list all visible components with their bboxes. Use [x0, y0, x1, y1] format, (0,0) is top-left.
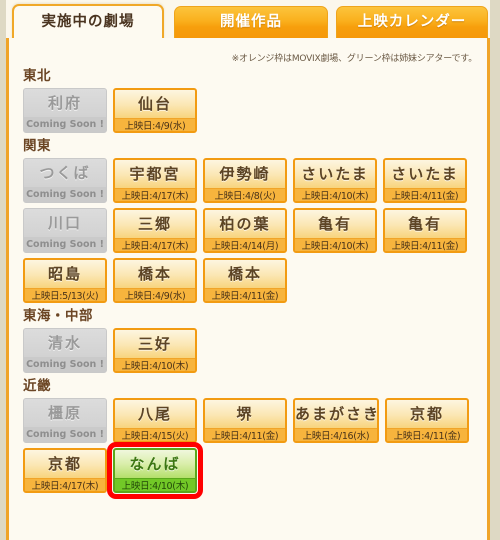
theater-name: 仙台 — [115, 90, 195, 118]
theater-button[interactable]: 亀有 上映日:4/11(金) — [383, 208, 467, 253]
theater-button[interactable]: 伊勢崎 上映日:4/8(火) — [203, 158, 287, 203]
theater-name: 橋本 — [205, 260, 285, 288]
content-panel: ※オレンジ枠はMOVIX劇場、グリーン枠は姉妹シアターです。 東北 利府 Comin… — [6, 38, 490, 540]
theater-name: 京都 — [25, 450, 105, 478]
theater-name: 京都 — [387, 400, 467, 428]
theater-name: 堺 — [205, 400, 285, 428]
release-date-label: 上映日:4/8(火) — [205, 188, 285, 201]
theater-button[interactable]: 橋本 上映日:4/11(金) — [203, 258, 287, 303]
theater-name: 三郷 — [115, 210, 195, 238]
theater-button[interactable]: あまがさき 上映日:4/16(水) — [293, 398, 379, 443]
theater-button[interactable]: 宇都宮 上映日:4/17(木) — [113, 158, 197, 203]
theater-button[interactable]: 京都 上映日:4/11(金) — [385, 398, 469, 443]
release-date-label: 上映日:4/9(水) — [115, 288, 195, 301]
theater-name: 橿原 — [24, 399, 106, 427]
theater-button[interactable]: 橋本 上映日:4/9(水) — [113, 258, 197, 303]
theater-name: 橋本 — [115, 260, 195, 288]
region-section: 東北 利府 Coming Soon ! 仙台 上映日:4/9(水) — [9, 68, 487, 133]
theater-name: つくば — [24, 159, 106, 187]
theater-name: 亀有 — [295, 210, 375, 238]
theater-button-coming-soon: 川口 Coming Soon ! — [23, 208, 107, 253]
release-date-label: 上映日:4/16(水) — [295, 428, 377, 441]
theater-name: なんば — [115, 450, 195, 478]
release-date-label: 上映日:4/11(金) — [205, 288, 285, 301]
tab-3[interactable]: 上映カレンダー — [336, 6, 488, 40]
release-date-label: 上映日:4/11(金) — [385, 238, 465, 251]
release-date-label: 上映日:4/17(木) — [25, 478, 105, 491]
coming-soon-label: Coming Soon ! — [24, 187, 106, 202]
theater-button[interactable]: 昭島 上映日:5/13(火) — [23, 258, 107, 303]
theater-name: 亀有 — [385, 210, 465, 238]
theater-row: 川口 Coming Soon ! 三郷 上映日:4/17(木) 柏の葉 上映日:4/14(… — [23, 208, 487, 253]
theater-button[interactable]: 三郷 上映日:4/17(木) — [113, 208, 197, 253]
legend-note: ※オレンジ枠はMOVIX劇場、グリーン枠は姉妹シアターです。 — [231, 54, 478, 64]
theater-name: 川口 — [24, 209, 106, 237]
theater-name: さいたま — [385, 160, 465, 188]
theater-button-coming-soon: つくば Coming Soon ! — [23, 158, 107, 203]
theater-name: 宇都宮 — [115, 160, 195, 188]
theater-button[interactable]: 柏の葉 上映日:4/14(月) — [203, 208, 287, 253]
theater-name: 柏の葉 — [205, 210, 285, 238]
theater-name: 清水 — [24, 329, 106, 357]
region-title: 関東 — [23, 138, 51, 154]
theater-name: 伊勢崎 — [205, 160, 285, 188]
theater-name: あまがさき — [295, 400, 377, 428]
region-section: 東海・中部 清水 Coming Soon ! 三好 上映日:4/10(木) — [9, 308, 487, 373]
release-date-label: 上映日:4/10(木) — [115, 478, 195, 491]
theater-name: 昭島 — [25, 260, 105, 288]
theater-list-page: 実施中の劇場 開催作品 上映カレンダー ※オレンジ枠はMOVIX劇場、グリーン枠は姉… — [0, 0, 500, 540]
release-date-label: 上映日:4/9(水) — [115, 118, 195, 131]
release-date-label: 上映日:4/11(金) — [205, 428, 285, 441]
theater-button[interactable]: 仙台 上映日:4/9(水) — [113, 88, 197, 133]
theater-name: さいたま — [295, 160, 375, 188]
release-date-label: 上映日:4/10(木) — [295, 188, 375, 201]
region-title: 東北 — [23, 68, 51, 84]
theater-button[interactable]: さいたま 上映日:4/11(金) — [383, 158, 467, 203]
release-date-label: 上映日:4/10(木) — [295, 238, 375, 251]
coming-soon-label: Coming Soon ! — [24, 117, 106, 132]
theater-row: 昭島 上映日:5/13(火) 橋本 上映日:4/9(水) 橋本 上映日:4/11(金) — [23, 258, 487, 303]
coming-soon-label: Coming Soon ! — [24, 357, 106, 372]
region-title: 近畿 — [23, 378, 51, 394]
release-date-label: 上映日:4/15(火) — [115, 428, 195, 441]
tab-2[interactable]: 開催作品 — [174, 6, 328, 40]
release-date-label: 上映日:5/13(火) — [25, 288, 105, 301]
theater-button-coming-soon: 橿原 Coming Soon ! — [23, 398, 107, 443]
theater-button[interactable]: なんば 上映日:4/10(木) — [107, 442, 203, 499]
release-date-label: 上映日:4/11(金) — [385, 188, 465, 201]
theater-button[interactable]: 三好 上映日:4/10(木) — [113, 328, 197, 373]
region-list: 東北 利府 Coming Soon ! 仙台 上映日:4/9(水) 関東 つくば Coming… — [9, 68, 487, 499]
theater-name: 三好 — [115, 330, 195, 358]
tab-1[interactable]: 実施中の劇場 — [12, 4, 164, 40]
theater-name: 八尾 — [115, 400, 195, 428]
theater-row: 利府 Coming Soon ! 仙台 上映日:4/9(水) — [23, 88, 487, 133]
theater-button[interactable]: さいたま 上映日:4/10(木) — [293, 158, 377, 203]
coming-soon-label: Coming Soon ! — [24, 427, 106, 442]
release-date-label: 上映日:4/10(木) — [115, 358, 195, 371]
region-section: 近畿 橿原 Coming Soon ! 八尾 上映日:4/15(火) 堺上映日:4/11(… — [9, 378, 487, 499]
theater-button-coming-soon: 利府 Coming Soon ! — [23, 88, 107, 133]
theater-row: 京都 上映日:4/17(木) なんば 上映日:4/10(木) — [23, 442, 487, 499]
theater-button[interactable]: 堺上映日:4/11(金) — [203, 398, 287, 443]
theater-row: 橿原 Coming Soon ! 八尾 上映日:4/15(火) 堺上映日:4/11(金)… — [23, 398, 487, 443]
region-section: 関東 つくば Coming Soon ! 宇都宮 上映日:4/17(木) 伊勢崎 上映日:4… — [9, 138, 487, 303]
theater-button[interactable]: 京都 上映日:4/17(木) — [23, 448, 107, 493]
theater-button[interactable]: 亀有 上映日:4/10(木) — [293, 208, 377, 253]
theater-button[interactable]: 八尾 上映日:4/15(火) — [113, 398, 197, 443]
theater-button-coming-soon: 清水 Coming Soon ! — [23, 328, 107, 373]
release-date-label: 上映日:4/14(月) — [205, 238, 285, 251]
release-date-label: 上映日:4/11(金) — [387, 428, 467, 441]
region-title: 東海・中部 — [23, 308, 93, 324]
theater-row: つくば Coming Soon ! 宇都宮 上映日:4/17(木) 伊勢崎 上映日:4/8… — [23, 158, 487, 203]
tab-bar: 実施中の劇場 開催作品 上映カレンダー — [6, 0, 490, 40]
release-date-label: 上映日:4/17(木) — [115, 188, 195, 201]
theater-name: 利府 — [24, 89, 106, 117]
theater-row: 清水 Coming Soon ! 三好 上映日:4/10(木) — [23, 328, 487, 373]
release-date-label: 上映日:4/17(木) — [115, 238, 195, 251]
coming-soon-label: Coming Soon ! — [24, 237, 106, 252]
